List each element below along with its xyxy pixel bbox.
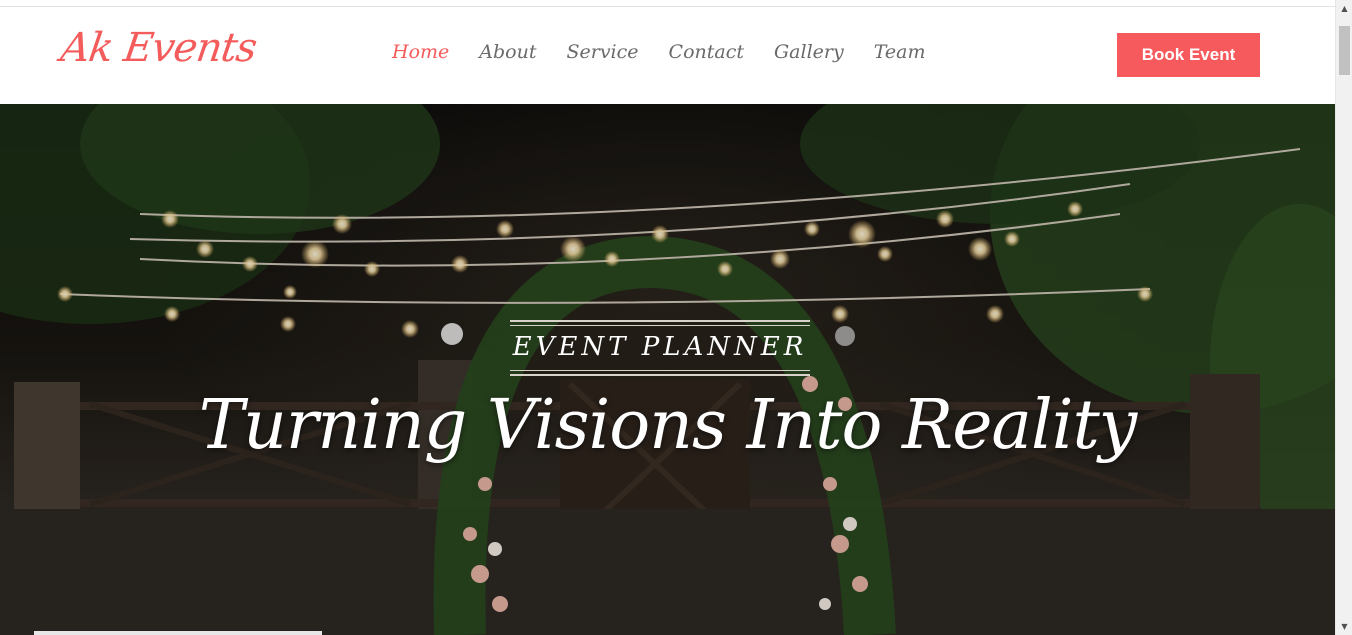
bottom-indicator <box>34 631 322 635</box>
nav-item-about[interactable]: About <box>479 41 536 63</box>
hero-subtitle: EVENT PLANNER <box>512 332 808 362</box>
scrollbar-thumb[interactable] <box>1339 26 1350 75</box>
hero-subtitle-frame: EVENT PLANNER <box>510 320 810 376</box>
nav-item-team[interactable]: Team <box>874 41 926 63</box>
hero-headline: Turning Visions Into Reality <box>198 386 1137 465</box>
browser-top-strip <box>0 0 1335 7</box>
scrollbar[interactable]: ▲ ▼ <box>1335 0 1352 635</box>
book-event-button[interactable]: Book Event <box>1117 33 1260 77</box>
logo[interactable]: Ak Events <box>58 25 259 71</box>
triangle-up-icon[interactable]: ▲ <box>1336 0 1352 17</box>
nav-item-contact[interactable]: Contact <box>669 41 744 63</box>
nav-links: Home About Service Contact Gallery Team <box>392 41 956 63</box>
nav-item-gallery[interactable]: Gallery <box>774 41 844 63</box>
triangle-down-icon[interactable]: ▼ <box>1336 618 1352 635</box>
nav-item-service[interactable]: Service <box>566 41 638 63</box>
hero-section: EVENT PLANNER Turning Visions Into Reali… <box>0 104 1335 635</box>
nav-item-home[interactable]: Home <box>392 41 449 63</box>
navbar: Ak Events Home About Service Contact Gal… <box>0 7 1335 104</box>
